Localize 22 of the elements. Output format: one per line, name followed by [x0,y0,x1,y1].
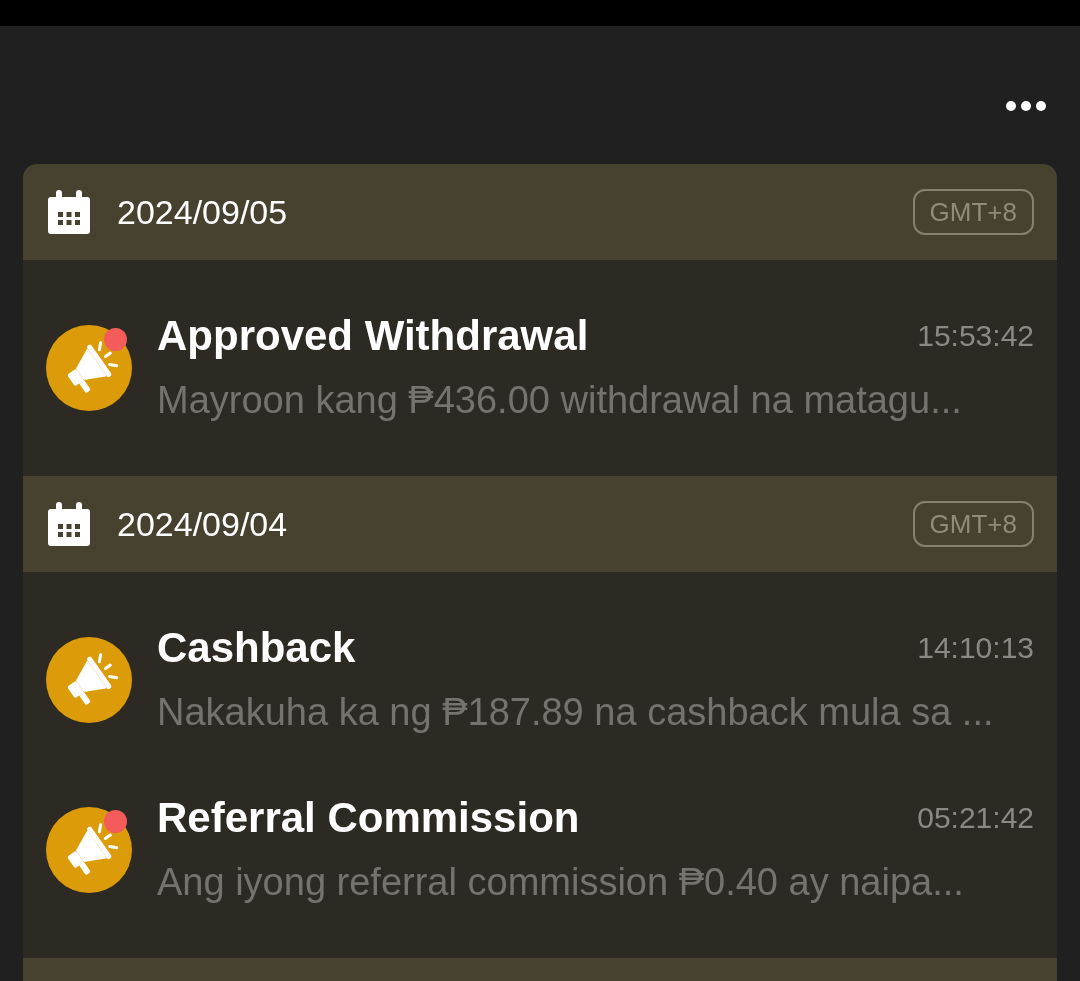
notification-time: 14:10:13 [917,630,1034,666]
more-icon [1006,101,1046,111]
notification-title: Referral Commission [157,793,580,843]
notification-title: Cashback [157,623,356,673]
timezone-badge: GMT+8 [912,501,1034,547]
notification-item[interactable]: Approved Withdrawal 15:53:42 Mayroon kang ₱436.00 withdrawal na matagu... [46,283,1034,453]
notification-time: 05:21:42 [917,800,1034,836]
date-label: 2024/09/04 [117,504,288,544]
notification-message: Ang iyong referral commission ₱0.40 ay naipa... [157,860,965,905]
calendar-icon [47,502,91,546]
calendar-icon [47,190,91,234]
date-label: 2024/09/05 [117,192,288,232]
megaphone-icon [46,325,132,411]
notification-title: Approved Withdrawal [157,311,589,361]
notification-item[interactable]: Referral Commission 05:21:42 Ang iyong referral commission ₱0.40 ay naipa... [46,765,1034,935]
megaphone-icon [46,637,132,723]
notification-message: Nakakuha ka ng ₱187.89 na cashback mula sa ... [157,690,995,735]
notification-item[interactable]: Cashback 14:10:13 Nakakuha ka ng ₱187.89 na cashback mula sa ... [46,595,1034,765]
notification-message: Mayroon kang ₱436.00 withdrawal na matagu... [157,378,963,423]
timezone-badge: GMT+8 [912,189,1034,235]
notification-time: 15:53:42 [917,318,1034,354]
megaphone-icon [46,807,132,893]
